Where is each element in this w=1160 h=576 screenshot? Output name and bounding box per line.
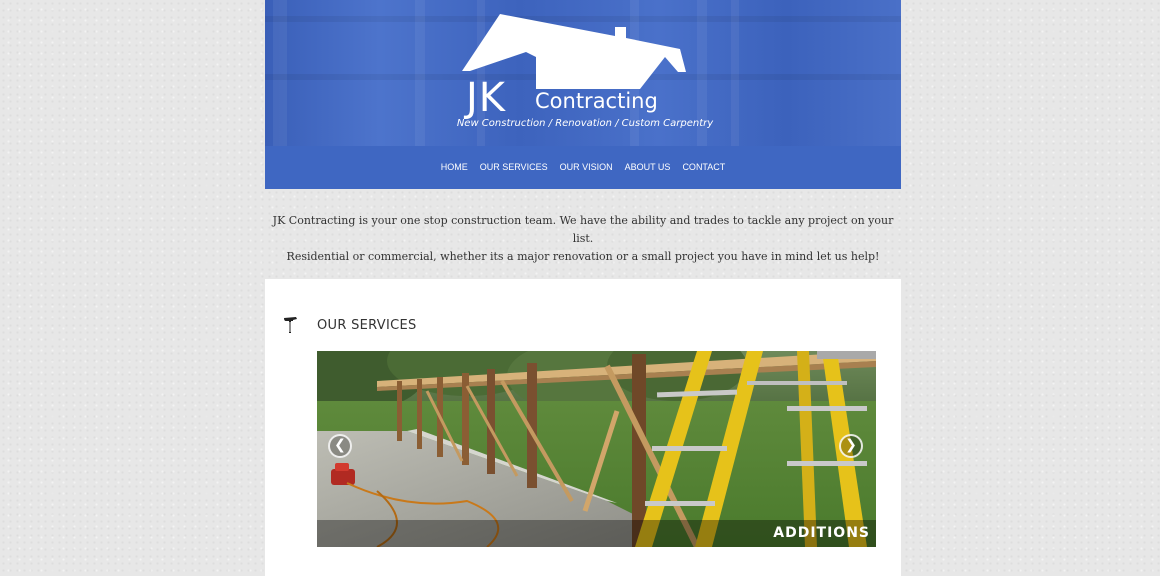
section-title: OUR SERVICES bbox=[317, 318, 417, 333]
nav-our-vision[interactable]: OUR VISION bbox=[560, 146, 613, 189]
main-nav: HOME OUR SERVICES OUR VISION ABOUT US CO… bbox=[265, 146, 901, 189]
slide-image bbox=[317, 351, 876, 547]
slide-caption: ADDITIONS bbox=[773, 525, 870, 541]
chevron-left-icon: ❮ bbox=[334, 437, 346, 453]
logo-initials: JK bbox=[466, 75, 507, 121]
hammer-icon bbox=[284, 317, 297, 333]
services-card: OUR SERVICES ADDITIONS ❮ ❯ bbox=[265, 279, 901, 576]
nav-home[interactable]: HOME bbox=[441, 146, 468, 189]
tagline: New Construction / Renovation / Custom C… bbox=[456, 118, 714, 129]
slider-prev-button[interactable]: ❮ bbox=[328, 434, 352, 458]
intro-line-2: Residential or commercial, whether its a… bbox=[286, 250, 880, 263]
chevron-right-icon: ❯ bbox=[845, 437, 857, 453]
nav-about-us[interactable]: ABOUT US bbox=[625, 146, 671, 189]
nav-our-services[interactable]: OUR SERVICES bbox=[480, 146, 548, 189]
nav-contact[interactable]: CONTACT bbox=[682, 146, 725, 189]
intro-line-1: JK Contracting is your one stop construc… bbox=[272, 214, 894, 245]
intro-text: JK Contracting is your one stop construc… bbox=[265, 212, 901, 266]
slider-next-button[interactable]: ❯ bbox=[839, 434, 863, 458]
logo-name: Contracting bbox=[535, 89, 658, 113]
services-slider[interactable]: ADDITIONS ❮ ❯ bbox=[317, 351, 876, 547]
site-header: JK Contracting New Construction / Renova… bbox=[265, 0, 901, 189]
